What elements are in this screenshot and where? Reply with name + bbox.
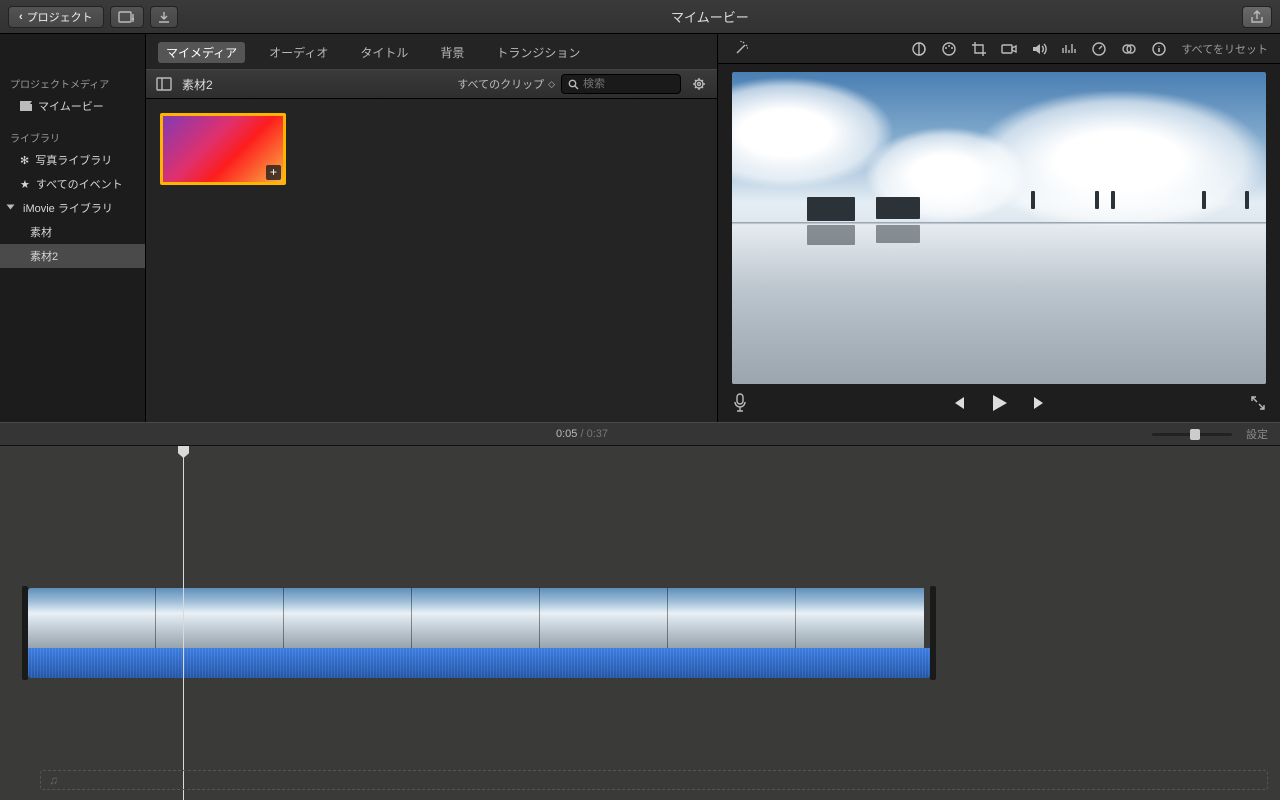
balance-icon	[911, 41, 927, 57]
zoom-thumb[interactable]	[1190, 429, 1200, 440]
star-icon: ★	[20, 178, 30, 191]
color-correction-button[interactable]	[941, 41, 957, 57]
share-icon	[1250, 9, 1264, 25]
share-button[interactable]	[1242, 6, 1272, 28]
download-button[interactable]	[150, 6, 178, 28]
tab-backgrounds[interactable]: 背景	[432, 42, 472, 63]
project-media-header: プロジェクトメディア	[0, 72, 145, 94]
info-icon	[1151, 41, 1167, 57]
back-button-label: プロジェクト	[27, 9, 93, 25]
current-time: 0:05	[556, 428, 577, 440]
tab-transitions[interactable]: トランジション	[488, 42, 588, 63]
duration: 0:37	[587, 428, 608, 440]
clapper-icon	[20, 101, 32, 111]
tab-audio[interactable]: オーディオ	[261, 42, 336, 63]
sidebar-item-sozai2[interactable]: 素材2	[0, 244, 145, 268]
playhead[interactable]	[183, 446, 184, 800]
crop-button[interactable]	[971, 41, 987, 57]
tab-titles[interactable]: タイトル	[352, 42, 416, 63]
sidebar-item-imovie-library[interactable]: iMovie ライブラリ	[0, 196, 145, 220]
prev-button[interactable]	[950, 395, 966, 411]
media-import-button[interactable]	[110, 6, 144, 28]
tab-my-media[interactable]: マイメディア	[158, 42, 245, 63]
media-browser: マイメディア オーディオ タイトル 背景 トランジション 素材2 すべてのクリッ…	[146, 34, 718, 422]
voiceover-button[interactable]	[732, 393, 748, 413]
sidebar-icon	[156, 77, 172, 91]
browser-settings-button[interactable]	[689, 74, 709, 94]
wand-icon	[732, 40, 750, 58]
play-button[interactable]	[988, 392, 1010, 414]
titlebar: ‹ プロジェクト マイムービー	[0, 0, 1280, 34]
timeline-clip-segment[interactable]	[156, 588, 284, 648]
magic-wand-button[interactable]	[730, 40, 752, 58]
clip-filter-dropdown[interactable]: すべてのクリップ ◇	[457, 76, 553, 92]
library-header: ライブラリ	[0, 126, 145, 148]
download-icon	[157, 10, 171, 24]
window-title: マイムービー	[178, 7, 1242, 26]
timeline-settings-button[interactable]: 設定	[1246, 426, 1268, 442]
play-icon	[988, 392, 1010, 414]
reset-all-button[interactable]: すべてをリセット	[1181, 41, 1268, 57]
info-button[interactable]	[1151, 41, 1167, 57]
gear-icon	[691, 76, 707, 92]
sidebar-item-my-movie[interactable]: マイムービー	[0, 94, 145, 118]
fullscreen-icon	[1250, 395, 1266, 411]
disclosure-triangle-icon	[7, 205, 15, 210]
timeline-header: 0:05 / 0:37 設定	[0, 422, 1280, 446]
timeline-clip-segment[interactable]	[412, 588, 540, 648]
back-button[interactable]: ‹ プロジェクト	[8, 6, 104, 28]
timeline-clip-segment[interactable]	[540, 588, 668, 648]
sidebar-item-photo-library[interactable]: ✻ 写真ライブラリ	[0, 148, 145, 172]
flower-icon: ✻	[20, 154, 29, 167]
music-note-icon: ♫	[49, 773, 58, 787]
gauge-icon	[1091, 41, 1107, 57]
volume-button[interactable]	[1031, 41, 1047, 57]
speaker-icon	[1031, 41, 1047, 57]
stabilization-button[interactable]	[1001, 41, 1017, 57]
speed-button[interactable]	[1091, 41, 1107, 57]
media-import-icon	[118, 10, 136, 24]
camera-icon	[1001, 41, 1017, 57]
chevron-left-icon: ‹	[19, 11, 23, 23]
search-field[interactable]	[561, 74, 681, 94]
timeline-clip-segment[interactable]	[668, 588, 796, 648]
prev-icon	[950, 395, 966, 411]
background-music-track[interactable]: ♫	[40, 770, 1268, 790]
clip-grid: +	[146, 99, 717, 422]
overlap-icon	[1121, 41, 1137, 57]
color-balance-button[interactable]	[911, 41, 927, 57]
browser-tabs: マイメディア オーディオ タイトル 背景 トランジション	[146, 34, 717, 69]
sidebar-toggle-button[interactable]	[154, 74, 174, 94]
timeline[interactable]: ♫	[0, 446, 1280, 800]
mic-icon	[732, 393, 748, 413]
sidebar-item-sozai[interactable]: 素材	[0, 220, 145, 244]
noise-reduction-button[interactable]	[1061, 41, 1077, 57]
clip-handle-right[interactable]	[930, 586, 936, 680]
sidebar-item-all-events[interactable]: ★ すべてのイベント	[0, 172, 145, 196]
preview-viewport[interactable]	[732, 72, 1266, 384]
search-input[interactable]	[583, 78, 663, 90]
next-icon	[1032, 395, 1048, 411]
next-button[interactable]	[1032, 395, 1048, 411]
playback-controls	[718, 384, 1280, 422]
crop-icon	[971, 41, 987, 57]
zoom-slider[interactable]	[1152, 433, 1232, 436]
browser-title: 素材2	[182, 76, 213, 93]
adjust-toolbar: すべてをリセット	[718, 34, 1280, 64]
search-icon	[568, 79, 579, 90]
viewer-panel: すべてをリセット	[718, 34, 1280, 422]
add-clip-icon[interactable]: +	[266, 165, 281, 180]
audio-waveform[interactable]	[28, 648, 930, 678]
filter-button[interactable]	[1121, 41, 1137, 57]
timeline-clip-segment[interactable]	[28, 588, 156, 648]
updown-icon: ◇	[548, 79, 553, 90]
fullscreen-button[interactable]	[1250, 395, 1266, 411]
browser-toolbar: 素材2 すべてのクリップ ◇	[146, 69, 717, 99]
timeline-clip-segment[interactable]	[796, 588, 924, 648]
timeline-clip-segment[interactable]	[284, 588, 412, 648]
palette-icon	[941, 41, 957, 57]
equalizer-icon	[1061, 41, 1077, 57]
clip-thumbnail[interactable]: +	[160, 113, 286, 185]
sidebar: プロジェクトメディア マイムービー ライブラリ ✻ 写真ライブラリ ★ すべての…	[0, 34, 146, 422]
